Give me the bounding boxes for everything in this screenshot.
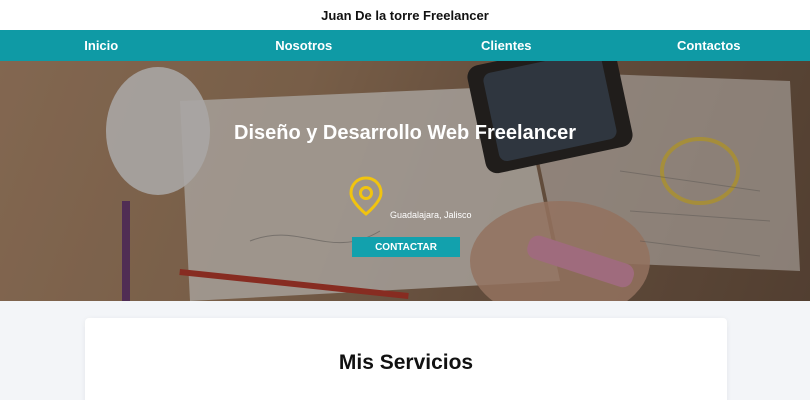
services-section: Mis Servicios (85, 318, 727, 400)
main-navigation: Inicio Nosotros Clientes Contactos (0, 30, 810, 61)
contactar-button[interactable]: CONTACTAR (352, 237, 460, 257)
nav-item-inicio[interactable]: Inicio (0, 38, 203, 53)
site-title: Juan De la torre Freelancer (321, 7, 489, 23)
hero-headline: Diseño y Desarrollo Web Freelancer (234, 122, 576, 144)
hero-overlay (0, 61, 810, 301)
services-title: Mis Servicios (338, 351, 474, 374)
nav-item-clientes[interactable]: Clientes (405, 38, 608, 53)
location-text: Guadalajara, Jalisco (390, 210, 472, 220)
location-pin-icon (347, 176, 385, 216)
nav-item-contactos[interactable]: Contactos (608, 38, 810, 53)
hero-banner (0, 61, 810, 301)
header-bar: Juan De la torre Freelancer (0, 0, 810, 30)
nav-item-nosotros[interactable]: Nosotros (203, 38, 406, 53)
